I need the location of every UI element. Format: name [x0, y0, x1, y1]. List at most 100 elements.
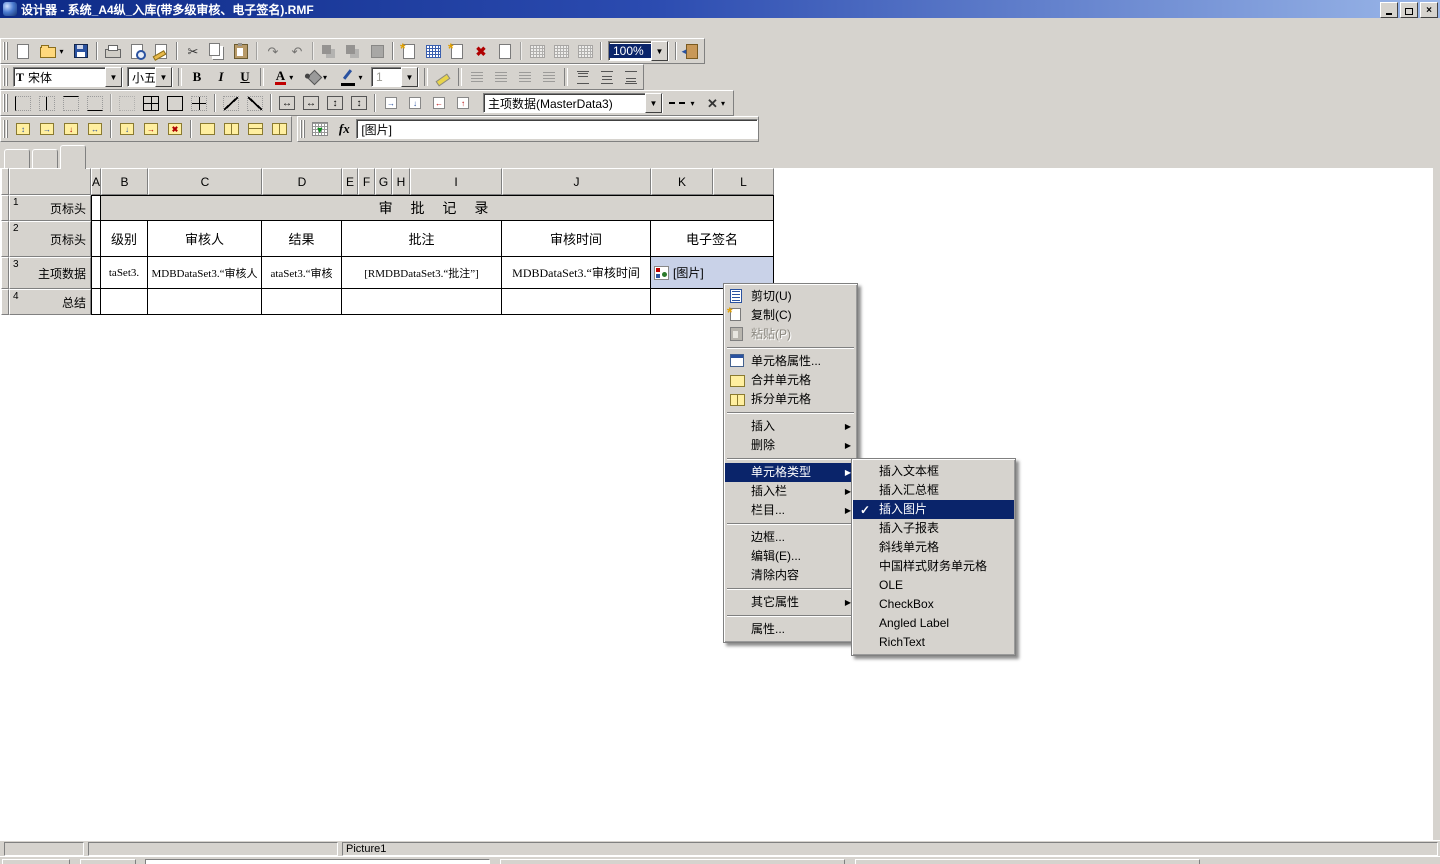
size-dropdown-icon[interactable]: ▼	[155, 67, 172, 87]
print-preview-button[interactable]	[126, 41, 148, 61]
cell-b4[interactable]	[101, 289, 148, 315]
insert-row-below-button[interactable]	[36, 119, 58, 139]
equal-height-button[interactable]	[404, 93, 426, 113]
cell-comment[interactable]: 批注	[342, 221, 502, 257]
equal-width-button[interactable]	[380, 93, 402, 113]
context-copy[interactable]: 复制(C) ▶	[725, 306, 856, 325]
border-all-button[interactable]	[140, 93, 162, 113]
field-result[interactable]: ataSet3.“审核	[262, 257, 342, 289]
minimize-button[interactable]	[1380, 2, 1398, 18]
delete-cells-button[interactable]	[164, 119, 186, 139]
open-button[interactable]	[36, 41, 68, 61]
valign-middle-button[interactable]	[596, 67, 618, 87]
context-other-properties[interactable]: 其它属性 ▶	[725, 593, 856, 612]
cell-reviewer[interactable]: 审核人	[148, 221, 262, 257]
grow-width-button[interactable]	[428, 93, 450, 113]
font-color-button[interactable]: A	[268, 67, 300, 87]
print-button[interactable]	[102, 41, 124, 61]
taskbar-button-3[interactable]	[855, 859, 1200, 864]
context-split-cells[interactable]: 拆分单元格 ▶	[725, 390, 856, 409]
border-top-button[interactable]	[60, 93, 82, 113]
line-style-dropdown[interactable]	[666, 93, 698, 113]
context-delete[interactable]: 删除 ▶	[725, 436, 856, 455]
delete-report-button[interactable]: ✖	[470, 41, 492, 61]
cell-a3[interactable]	[91, 257, 101, 289]
submenu-insert-summary[interactable]: 插入汇总框 ▶	[853, 481, 1014, 500]
cell-ei4[interactable]	[342, 289, 502, 315]
column-header-j[interactable]: J	[502, 168, 651, 195]
field-comment[interactable]: [RMDBDataSet3.“批注”]	[342, 257, 502, 289]
font-dropdown-icon[interactable]: ▼	[105, 67, 122, 87]
taskbar-button-2[interactable]	[500, 859, 845, 864]
fx-button[interactable]: fx	[333, 119, 355, 139]
page-setup-button[interactable]	[150, 41, 172, 61]
context-properties[interactable]: 属性... ▶	[725, 620, 856, 639]
cell-c4[interactable]	[148, 289, 262, 315]
submenu-richtext[interactable]: RichText ▶	[853, 633, 1014, 652]
submenu-ole[interactable]: OLE ▶	[853, 576, 1014, 595]
fit-width-alt-button[interactable]	[300, 93, 322, 113]
cut-button[interactable]: ✂	[182, 41, 204, 61]
toolbar-grip[interactable]	[3, 94, 8, 112]
row-header-2[interactable]: 2 页标头	[9, 221, 91, 257]
field-level[interactable]: taSet3.	[101, 257, 148, 289]
context-edit[interactable]: 编辑(E)... ▶	[725, 547, 856, 566]
paste-button[interactable]	[230, 41, 252, 61]
cell-review-time[interactable]: 审核时间	[502, 221, 651, 257]
fit-height-button[interactable]	[324, 93, 346, 113]
insert-row-button[interactable]	[12, 119, 34, 139]
highlight-pen-button[interactable]	[432, 67, 454, 87]
bold-button[interactable]: B	[186, 67, 208, 87]
band-field-button[interactable]	[309, 119, 331, 139]
column-header-i[interactable]: I	[410, 168, 502, 195]
tab-script[interactable]	[4, 149, 30, 168]
row-header-4[interactable]: 4 总结	[9, 289, 91, 315]
border-outer-button[interactable]	[164, 93, 186, 113]
start-button[interactable]	[2, 859, 70, 864]
save-button[interactable]	[70, 41, 92, 61]
tab-page1[interactable]	[32, 149, 58, 168]
column-header-d[interactable]: D	[262, 168, 342, 195]
toolbar-grip[interactable]	[3, 68, 8, 86]
valign-top-button[interactable]	[572, 67, 594, 87]
column-header-a[interactable]: A	[91, 168, 101, 195]
font-name-combo[interactable]: T 宋体 ▼	[13, 67, 123, 87]
copy-button[interactable]	[206, 41, 228, 61]
clear-borders-dropdown[interactable]: ✕	[700, 93, 732, 113]
corner-cell[interactable]	[9, 168, 91, 195]
blank-page-button[interactable]	[494, 41, 516, 61]
diagonal-up-button[interactable]	[244, 93, 266, 113]
context-clear-content[interactable]: 清除内容 ▶	[725, 566, 856, 585]
toolbar-grip[interactable]	[3, 42, 8, 60]
column-header-f[interactable]: F	[358, 168, 375, 195]
split-cells-button[interactable]	[220, 119, 242, 139]
column-header-h[interactable]: H	[392, 168, 410, 195]
submenu-diagonal-cell[interactable]: 斜线单元格 ▶	[853, 538, 1014, 557]
submenu-checkbox[interactable]: CheckBox ▶	[853, 595, 1014, 614]
dataset-dropdown-icon[interactable]: ▼	[645, 93, 662, 113]
taskbar-button-1[interactable]	[145, 859, 490, 864]
context-merge-cells[interactable]: 合并单元格 ▶	[725, 371, 856, 390]
context-cut[interactable]: 剪切(U) ▶	[725, 287, 856, 306]
tab-page2[interactable]	[60, 145, 86, 169]
border-left-button[interactable]	[12, 93, 34, 113]
merge-cells-button[interactable]	[196, 119, 218, 139]
submenu-insert-textbox[interactable]: 插入文本框 ▶	[853, 462, 1014, 481]
append-col-button[interactable]	[140, 119, 162, 139]
column-header-g[interactable]: G	[375, 168, 392, 195]
field-review-time[interactable]: MDBDataSet3.“审核时间	[502, 257, 651, 289]
cell-j4[interactable]	[502, 289, 651, 315]
toolbar-grip[interactable]	[3, 120, 8, 138]
fit-height-alt-button[interactable]	[348, 93, 370, 113]
submenu-insert-subreport[interactable]: 插入子报表 ▶	[853, 519, 1014, 538]
context-border[interactable]: 边框... ▶	[725, 528, 856, 547]
context-insert[interactable]: 插入 ▶	[725, 417, 856, 436]
row-header-3[interactable]: 3 主项数据	[9, 257, 91, 289]
grow-height-button[interactable]	[452, 93, 474, 113]
cell-result[interactable]: 结果	[262, 221, 342, 257]
zoom-combo[interactable]: 100% ▼	[608, 41, 669, 61]
column-header-l[interactable]: L	[713, 168, 774, 195]
insert-band-button[interactable]	[398, 41, 420, 61]
fit-width-button[interactable]	[276, 93, 298, 113]
cell-title[interactable]: 审 批 记 录	[101, 195, 774, 221]
